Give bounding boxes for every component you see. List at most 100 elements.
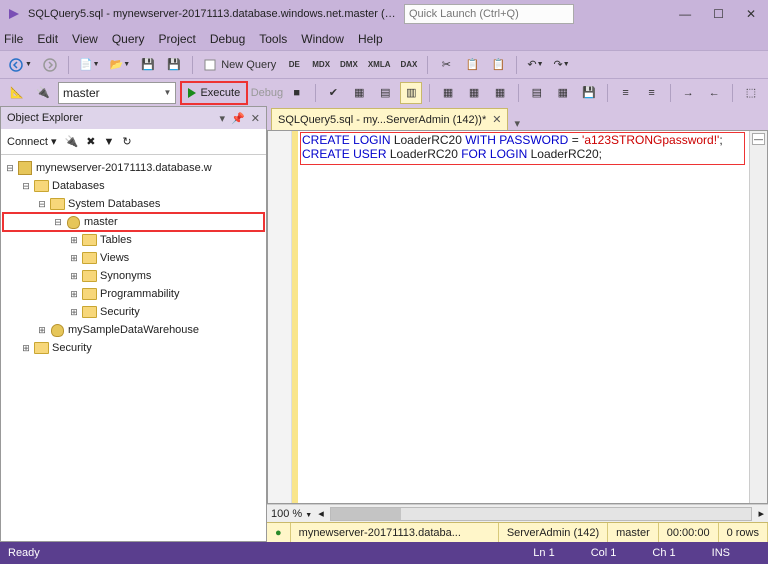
object-explorer-tree[interactable]: ⊟mynewserver-20171113.database.w ⊟Databa… <box>1 155 266 541</box>
tree-master[interactable]: ⊟master <box>3 213 264 231</box>
dmx-query-button[interactable]: DMX <box>337 54 361 76</box>
status-db: master <box>608 523 659 542</box>
tree-programmability[interactable]: ⊞Programmability <box>3 285 264 303</box>
tree-security-db[interactable]: ⊞Security <box>3 303 264 321</box>
results-text-button[interactable]: ▤ <box>526 82 548 104</box>
tree-system-databases[interactable]: ⊟System Databases <box>3 195 264 213</box>
disconnect-icon[interactable]: 🔌 <box>65 135 79 148</box>
editor-tab[interactable]: SQLQuery5.sql - my...ServerAdmin (142))*… <box>271 108 508 130</box>
menu-file[interactable]: File <box>4 32 23 46</box>
tree-sample-dw[interactable]: ⊞mySampleDataWarehouse <box>3 321 264 339</box>
database-dropdown[interactable]: master ▼ <box>58 82 176 104</box>
results-grid-button[interactable]: ▦ <box>552 82 574 104</box>
filter-icon[interactable]: ▼ <box>103 136 114 148</box>
code-gutter <box>268 131 292 503</box>
status-time: 00:00:00 <box>659 523 719 542</box>
close-tab-icon[interactable]: ✕ <box>492 113 501 126</box>
query-status-strip: ● mynewserver-20171113.databa... ServerA… <box>267 522 768 542</box>
app-icon <box>6 6 22 22</box>
ide-status-bar: Ready Ln 1 Col 1 Ch 1 INS <box>0 542 768 564</box>
window-title: SQLQuery5.sql - mynewserver-20171113.dat… <box>28 8 398 20</box>
new-query-button[interactable]: New Query <box>200 54 279 76</box>
menu-view[interactable]: View <box>72 32 98 46</box>
tree-views[interactable]: ⊞Views <box>3 249 264 267</box>
actual-plan-button[interactable]: ▦ <box>437 82 459 104</box>
execute-button[interactable]: Execute <box>180 81 248 105</box>
execute-label: Execute <box>200 87 240 99</box>
paste-button[interactable]: 📋 <box>487 54 509 76</box>
code-text[interactable]: CREATE LOGIN LoaderRC20 WITH PASSWORD = … <box>298 131 749 503</box>
title-bar: SQLQuery5.sql - mynewserver-20171113.dat… <box>0 0 768 28</box>
back-button[interactable]: ▼ <box>6 54 35 76</box>
close-panel-icon[interactable]: ✕ <box>251 112 260 125</box>
client-stats-button[interactable]: ▦ <box>489 82 511 104</box>
comment-button[interactable]: ≡ <box>615 82 637 104</box>
hscrollbar[interactable] <box>330 507 753 521</box>
new-project-button[interactable]: 📄▼ <box>76 54 103 76</box>
menu-edit[interactable]: Edit <box>37 32 58 46</box>
tab-dropdown-icon[interactable]: ▾ <box>514 117 520 130</box>
intellisense-button[interactable]: ▥ <box>400 82 422 104</box>
forward-button[interactable] <box>39 54 61 76</box>
debug-button[interactable]: Debug <box>252 82 281 104</box>
save-all-button[interactable]: 💾 <box>163 54 185 76</box>
vscrollbar[interactable]: — <box>749 131 767 503</box>
tree-tables[interactable]: ⊞Tables <box>3 231 264 249</box>
ruler-icon[interactable]: 📐 <box>6 82 28 104</box>
connect-button[interactable]: Connect ▾ <box>7 135 57 148</box>
editor-area: SQLQuery5.sql - my...ServerAdmin (142))*… <box>267 106 768 542</box>
redo-button[interactable]: ↷▼ <box>551 54 573 76</box>
de-query-button[interactable]: DE <box>283 54 305 76</box>
refresh-icon[interactable]: ↻ <box>122 135 131 148</box>
object-explorer-toolbar: Connect ▾ 🔌 ✖ ▼ ↻ <box>1 129 266 155</box>
live-stats-button[interactable]: ▦ <box>463 82 485 104</box>
tree-databases[interactable]: ⊟Databases <box>3 177 264 195</box>
tree-security-server[interactable]: ⊞Security <box>3 339 264 357</box>
status-server: mynewserver-20171113.databa... <box>291 523 499 542</box>
change-connection-button[interactable]: 🔌 <box>32 82 54 104</box>
status-ins: INS <box>712 547 730 559</box>
query-options-button[interactable]: ▤ <box>374 82 396 104</box>
dropdown-icon[interactable]: ▾ <box>220 112 226 125</box>
code-editor[interactable]: CREATE LOGIN LoaderRC20 WITH PASSWORD = … <box>267 130 768 504</box>
menu-query[interactable]: Query <box>112 32 145 46</box>
menu-tools[interactable]: Tools <box>259 32 287 46</box>
menu-debug[interactable]: Debug <box>210 32 245 46</box>
minimize-icon[interactable]: — <box>679 7 691 21</box>
specify-values-button[interactable]: ⬚ <box>740 82 762 104</box>
indent-button[interactable]: → <box>677 82 699 104</box>
undo-button[interactable]: ↶▼ <box>524 54 546 76</box>
menu-help[interactable]: Help <box>358 32 383 46</box>
open-button[interactable]: 📂▼ <box>107 54 134 76</box>
copy-button[interactable]: 📋 <box>461 54 483 76</box>
menu-window[interactable]: Window <box>301 32 344 46</box>
mdx-query-button[interactable]: MDX <box>309 54 333 76</box>
xmla-query-button[interactable]: XMLA <box>365 54 394 76</box>
results-file-button[interactable]: 💾 <box>578 82 600 104</box>
object-explorer-titlebar: Object Explorer ▾ 📌 ✕ <box>1 107 266 129</box>
tree-server[interactable]: ⊟mynewserver-20171113.database.w <box>3 159 264 177</box>
toolbar-sql: 📐 🔌 master ▼ Execute Debug ■ ✔ ▦ ▤ ▥ ▦ ▦… <box>0 78 768 106</box>
menu-bar: File Edit View Query Project Debug Tools… <box>0 28 768 50</box>
uncomment-button[interactable]: ≡ <box>641 82 663 104</box>
maximize-icon[interactable]: ☐ <box>713 7 724 21</box>
cancel-query-button[interactable]: ■ <box>286 82 308 104</box>
save-button[interactable]: 💾 <box>137 54 159 76</box>
parse-button[interactable]: ✔ <box>322 82 344 104</box>
quick-launch-input[interactable] <box>404 4 574 24</box>
estimated-plan-button[interactable]: ▦ <box>348 82 370 104</box>
cut-button[interactable]: ✂ <box>435 54 457 76</box>
editor-tab-row: SQLQuery5.sql - my...ServerAdmin (142))*… <box>267 106 768 130</box>
close-icon[interactable]: ✕ <box>746 7 756 21</box>
split-icon[interactable]: — <box>752 133 765 145</box>
stop-icon[interactable]: ✖ <box>86 135 95 148</box>
pin-icon[interactable]: 📌 <box>231 112 245 125</box>
hscroll-left-icon[interactable]: ◂ <box>318 507 324 520</box>
tree-synonyms[interactable]: ⊞Synonyms <box>3 267 264 285</box>
zoom-level[interactable]: 100 % ▼ <box>271 508 312 520</box>
menu-project[interactable]: Project <box>159 32 196 46</box>
status-user: ServerAdmin (142) <box>499 523 608 542</box>
hscroll-right-icon[interactable]: ▸ <box>758 507 764 520</box>
outdent-button[interactable]: ← <box>703 82 725 104</box>
dax-query-button[interactable]: DAX <box>397 54 420 76</box>
